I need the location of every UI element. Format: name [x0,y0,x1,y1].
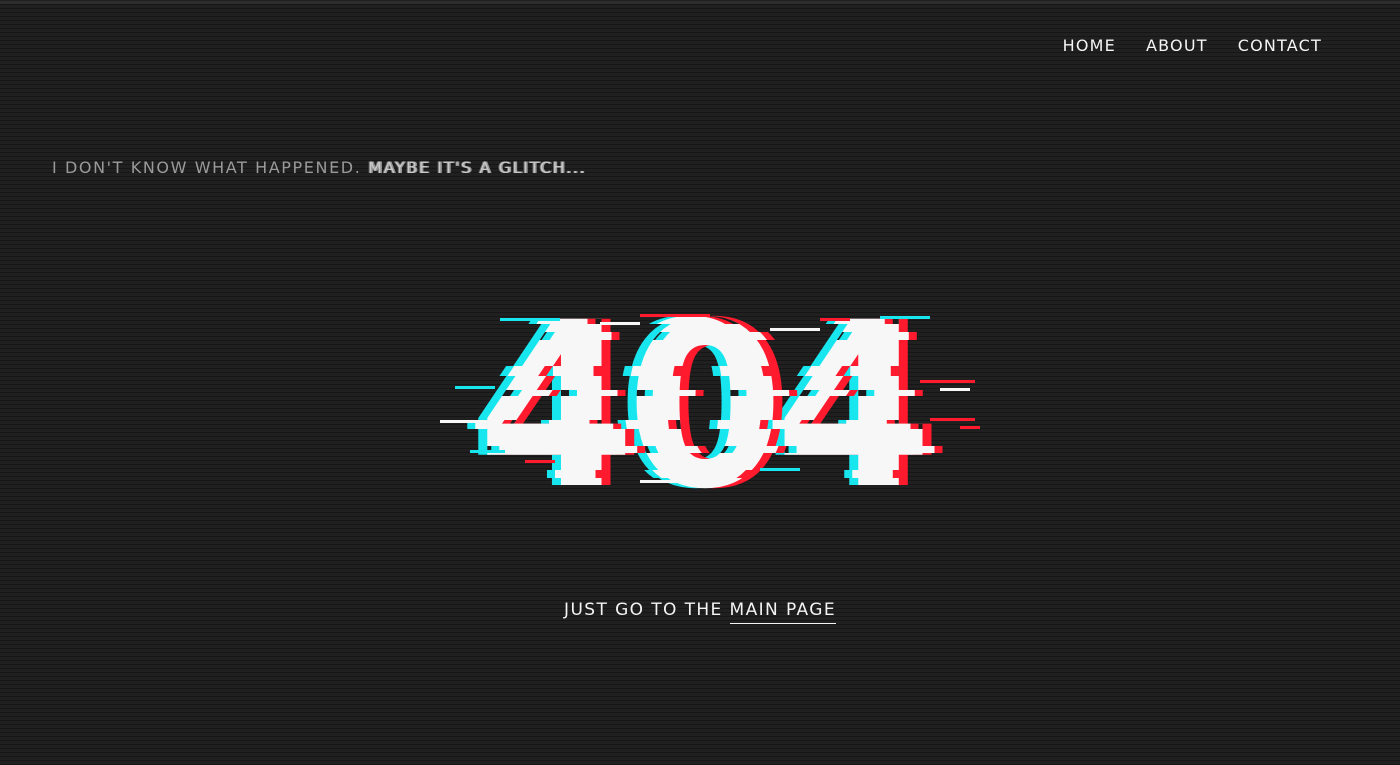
cta-line: JUST GO TO THE MAIN PAGE [0,600,1400,624]
glitch-streak [455,386,495,389]
glitch-streak [640,314,710,317]
glitch-streak [525,460,555,463]
glitch-streak [860,456,895,459]
glitch-streak [770,328,820,331]
error-page: HOME ABOUT CONTACT I DON'T KNOW WHAT HAP… [0,0,1400,765]
glitch-streak [920,380,975,383]
tagline-glitched: MAYBE IT'S A GLITCH... [368,158,586,177]
main-nav: HOME ABOUT CONTACT [1063,36,1322,55]
cta-prefix: JUST GO TO THE [564,600,723,620]
nav-about-link[interactable]: ABOUT [1146,36,1208,55]
glitch-tagline: I DON'T KNOW WHAT HAPPENED. MAYBE IT'S A… [52,158,586,177]
glitch-streak [940,388,970,391]
glitch-streak [960,426,980,429]
glitch-streak [440,420,490,423]
error-code-404: 404 404 404 404 404 404 404 404 404 404 404 404 404 4… [0,270,1400,530]
glitch-streak [760,468,800,471]
glitch-streak [820,318,850,321]
glitch-streak [470,450,505,453]
nav-contact-link[interactable]: CONTACT [1238,36,1322,55]
top-edge-bar [0,0,1400,4]
glitch-streak [640,480,700,483]
main-page-link[interactable]: MAIN PAGE [729,600,836,624]
glitch-streak [930,418,975,421]
glitch-streak [500,318,560,321]
glitch-streak [600,322,640,325]
glitch-streak [880,316,930,319]
glitch-404-graphic: 4044044044044044044044044044044044044044… [440,273,980,530]
nav-home-link[interactable]: HOME [1063,36,1116,55]
tagline-plain: I DON'T KNOW WHAT HAPPENED. [52,158,362,177]
